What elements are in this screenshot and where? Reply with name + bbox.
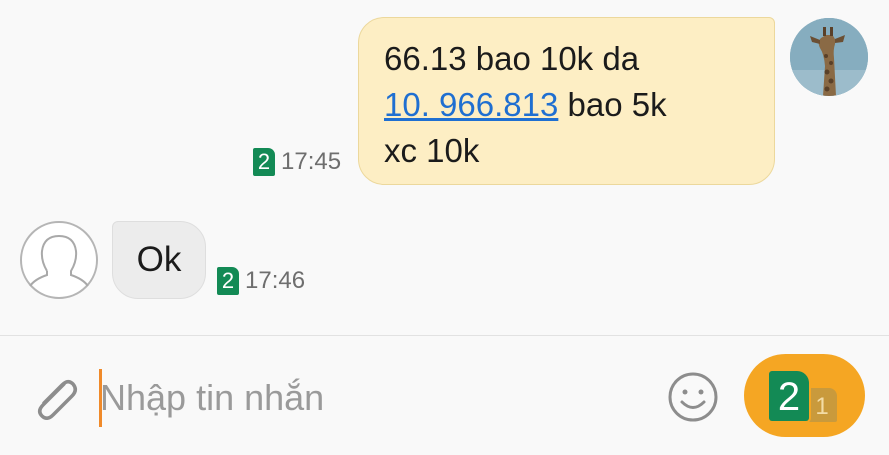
message-timestamp: 17:46 [245, 267, 306, 294]
attach-icon[interactable] [26, 370, 82, 426]
sim-2-icon: 2 [769, 371, 809, 421]
conversation-view[interactable]: 2 17:45 66.13 bao 10k da 10. 966.813 bao… [0, 0, 889, 336]
emoji-icon[interactable] [666, 370, 720, 424]
sim-1-icon: 1 [807, 388, 837, 422]
outgoing-message-bubble[interactable]: 66.13 bao 10k da 10. 966.813 bao 5k xc 1… [358, 17, 775, 185]
message-line: 10. 966.813 bao 5k [384, 82, 750, 128]
message-timestamp: 17:45 [281, 148, 342, 175]
message-input[interactable] [100, 370, 640, 426]
message-text: Ok [136, 240, 182, 279]
my-avatar[interactable] [790, 18, 868, 96]
outgoing-message-meta: 2 17:45 [253, 148, 341, 176]
contact-avatar[interactable] [20, 221, 98, 299]
incoming-message-meta: 2 17:46 [217, 267, 305, 295]
person-icon [29, 234, 89, 287]
phone-number-link[interactable]: 10. 966.813 [384, 86, 558, 123]
sim-icon: 2 [253, 148, 275, 176]
incoming-message-bubble[interactable]: Ok [112, 221, 206, 299]
message-text: bao 5k [558, 86, 667, 123]
sim-icon: 2 [217, 267, 239, 295]
message-line: 66.13 bao 10k da [384, 40, 640, 77]
message-line: xc 10k [384, 132, 480, 169]
send-button[interactable]: 1 2 [744, 354, 865, 437]
message-composer: 1 2 [0, 336, 889, 455]
giraffe-photo-icon [790, 18, 868, 96]
